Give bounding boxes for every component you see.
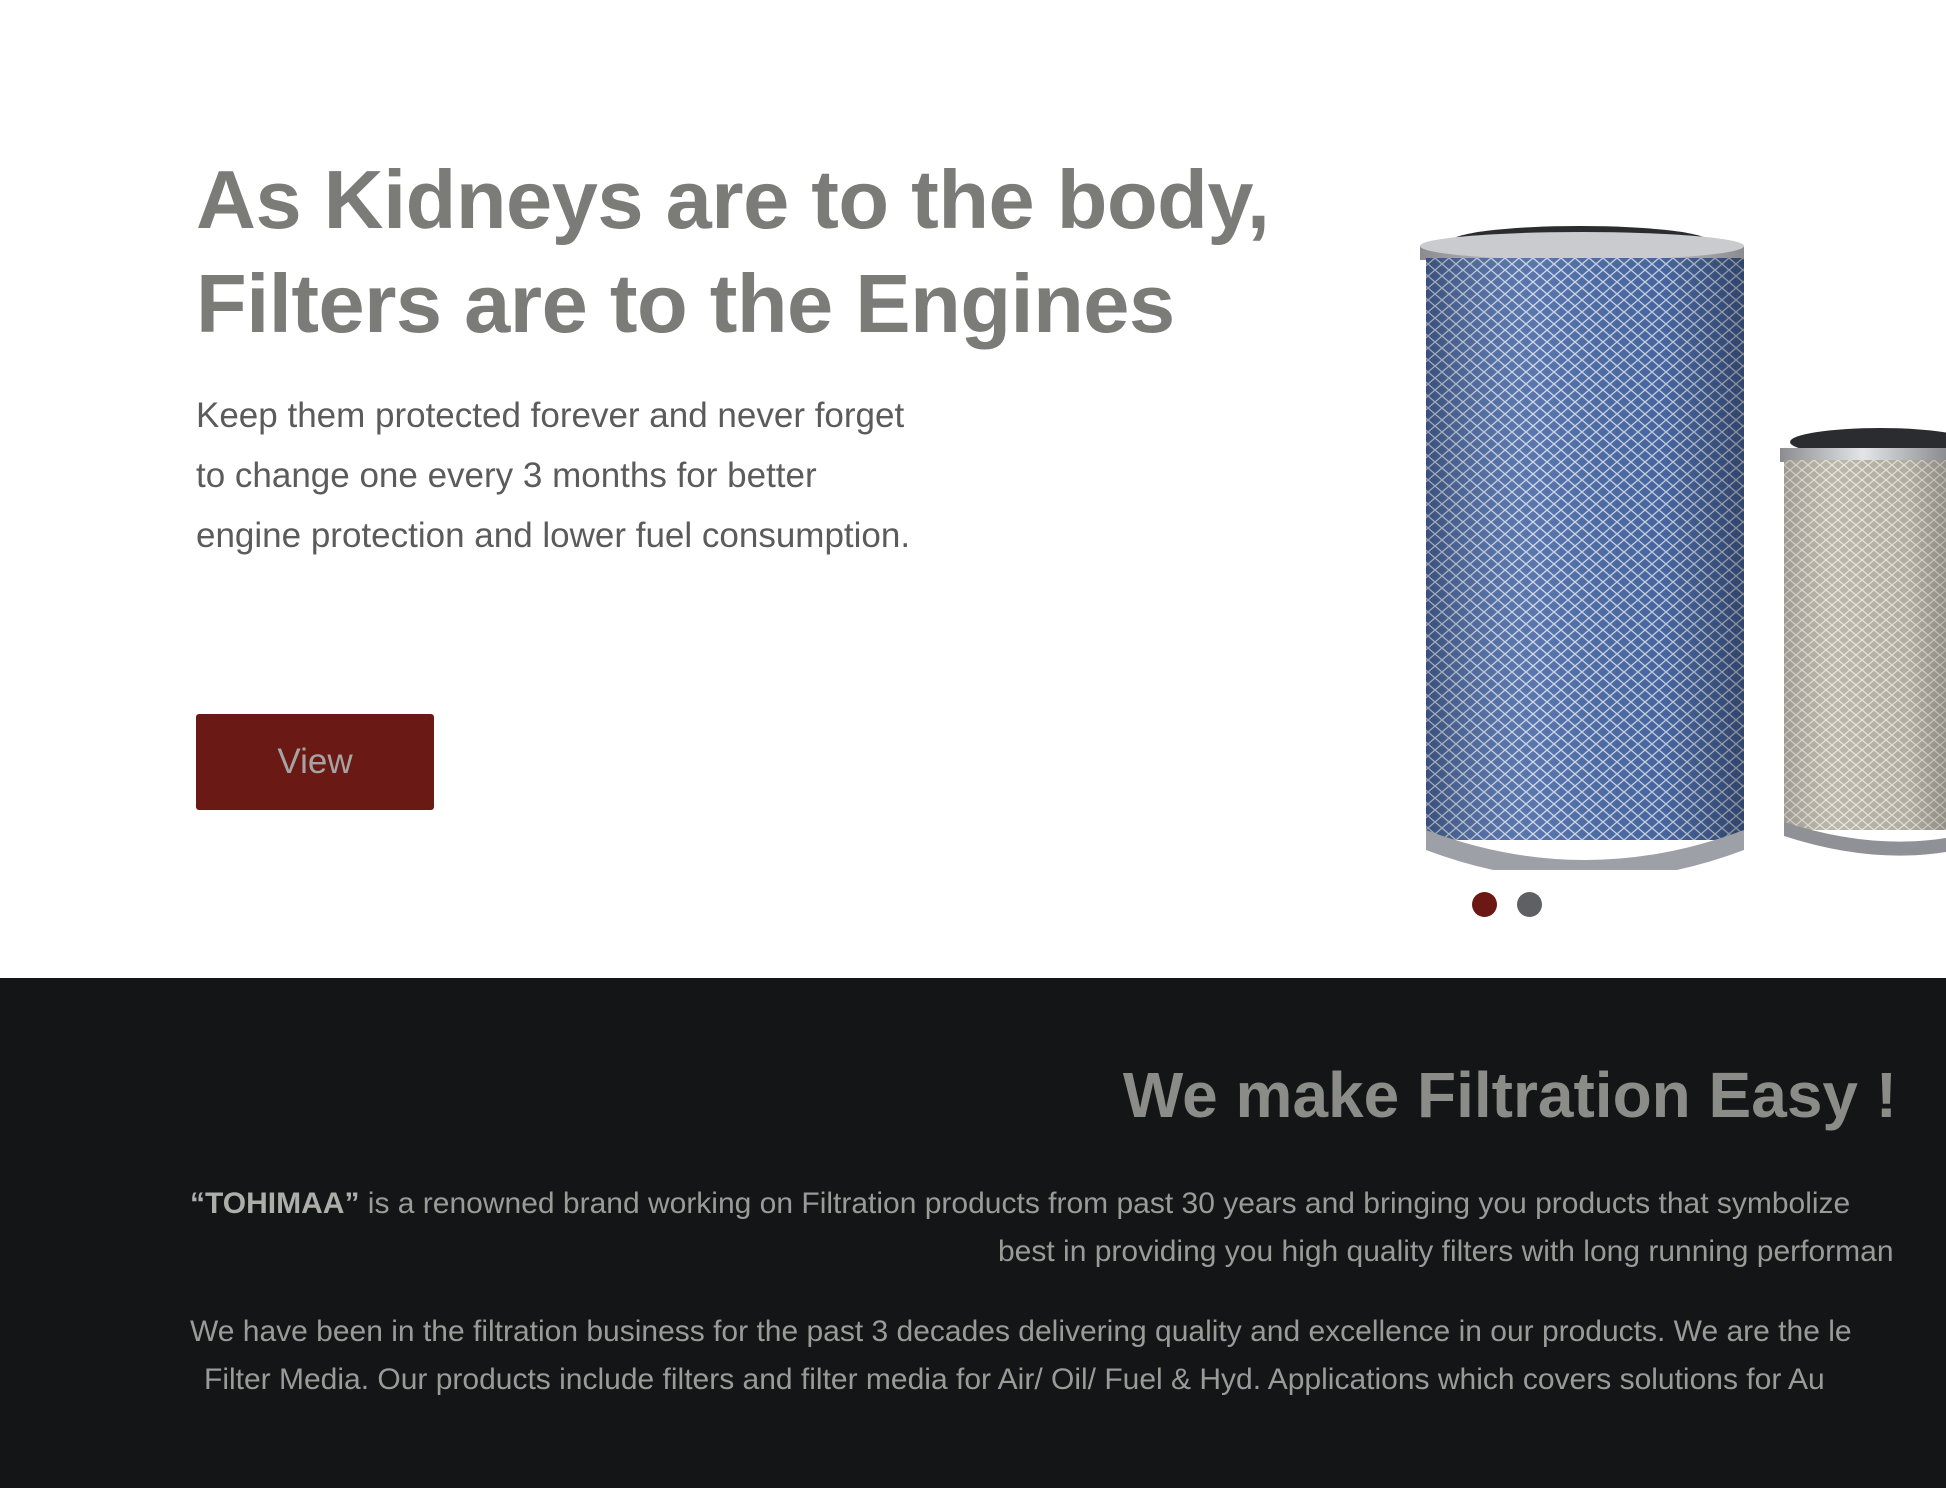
hero-title-line: Filters are to the Engines [196, 257, 1175, 350]
about-intro-text: is a renowned brand working on Filtratio… [359, 1187, 1851, 1220]
carousel-dot-2[interactable] [1517, 892, 1542, 917]
view-button[interactable]: View [196, 714, 434, 810]
about-details-paragraph: We have been in the filtration business … [190, 1308, 1852, 1404]
hero-subtitle-line: engine protection and lower fuel consump… [196, 516, 911, 555]
hero-title-line: As Kidneys are to the body, [196, 153, 1270, 246]
about-details-line: We have been in the filtration business … [190, 1315, 1852, 1348]
carousel-dot-1[interactable] [1472, 892, 1497, 917]
air-filter-product-image [1420, 226, 1946, 870]
carousel-dots [1472, 892, 1542, 917]
hero-subtitle: Keep them protected forever and never fo… [196, 386, 910, 566]
about-details-line: Filter Media. Our products include filte… [204, 1363, 1825, 1396]
about-title: We make Filtration Easy ! [1122, 1059, 1898, 1131]
hero-section: As Kidneys are to the body, Filters are … [0, 0, 1946, 978]
about-intro-paragraph: “TOHIMAA” is a renowned brand working on… [190, 1180, 1946, 1276]
hero-title: As Kidneys are to the body, Filters are … [196, 148, 1270, 356]
brand-name: “TOHIMAA” [190, 1187, 360, 1220]
about-section: We make Filtration Easy ! “TOHIMAA” is a… [0, 978, 1946, 1488]
hero-subtitle-line: Keep them protected forever and never fo… [196, 396, 905, 435]
about-intro-line: best in providing you high quality filte… [998, 1235, 1894, 1268]
about-intro-line: “TOHIMAA” is a renowned brand working on… [190, 1180, 1946, 1228]
hero-subtitle-line: to change one every 3 months for better [196, 456, 817, 495]
